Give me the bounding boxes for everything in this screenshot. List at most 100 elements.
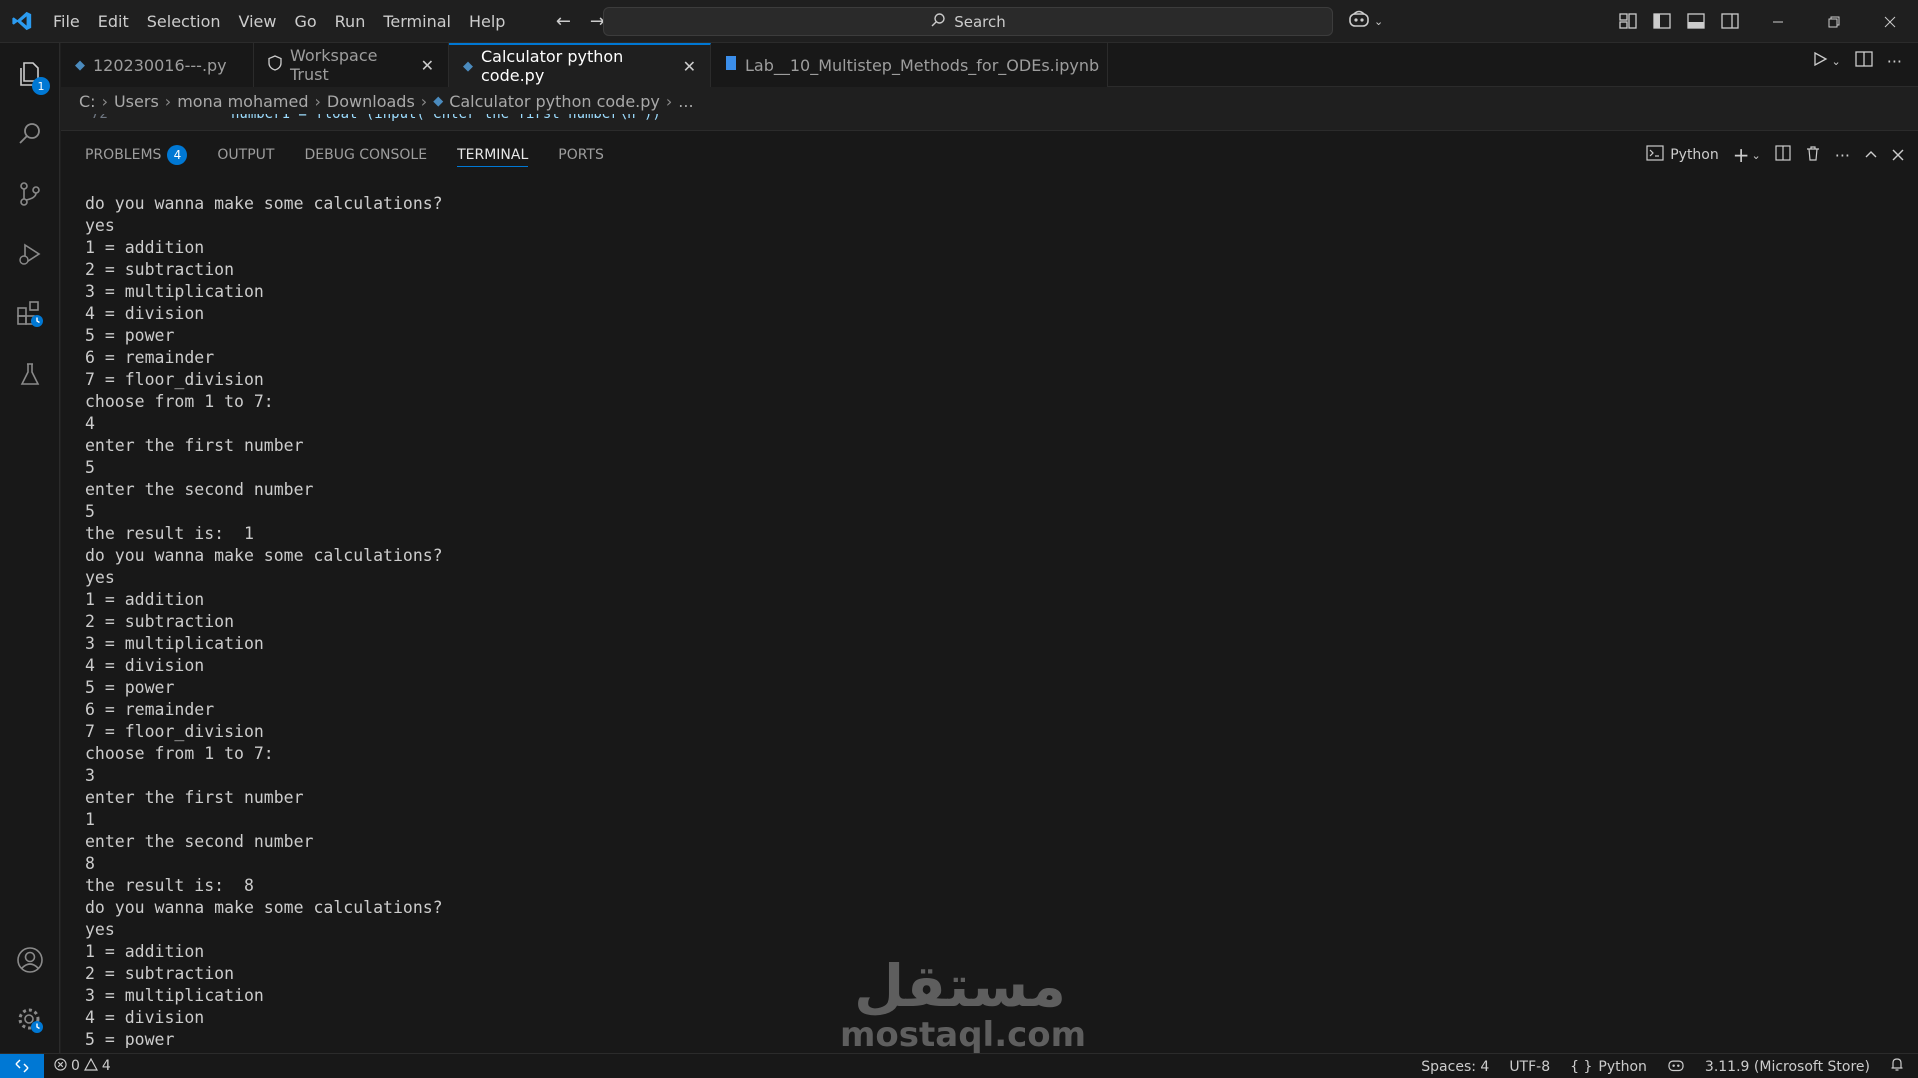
error-count: 0	[71, 1058, 80, 1074]
tab-120230016-py[interactable]: ◆ 120230016---.py	[61, 43, 254, 87]
terminal-line: choose from 1 to 7:	[85, 744, 274, 763]
menu-selection[interactable]: Selection	[138, 0, 230, 43]
tab-problems[interactable]: Problems 4	[85, 131, 188, 179]
title-bar: File Edit Selection View Go Run Terminal…	[0, 0, 1918, 43]
breadcrumb-drive[interactable]: C:	[79, 92, 96, 111]
extensions-icon[interactable]	[0, 285, 60, 343]
split-editor-icon[interactable]	[1855, 51, 1873, 71]
menu-terminal[interactable]: Terminal	[374, 0, 460, 43]
breadcrumb: C: › Users › mona mohamed › Downloads › …	[61, 88, 1918, 114]
menu-view[interactable]: View	[230, 0, 286, 43]
terminal-line: 6 = remainder	[85, 348, 215, 367]
source-control-icon[interactable]	[0, 165, 60, 223]
copilot-status-icon[interactable]	[1667, 1058, 1685, 1076]
chevron-right-icon: ›	[665, 91, 673, 111]
braces-icon: { }	[1570, 1058, 1593, 1075]
terminal-line: 7 = floor_division	[85, 370, 264, 389]
line-number: 72	[91, 114, 108, 122]
terminal-line: enter the first number	[85, 788, 304, 807]
terminal-line: the result is: 8	[85, 876, 254, 895]
editor-tab-bar: ◆ 120230016---.py Workspace Trust ✕ ◆ Ca…	[61, 43, 1918, 87]
terminal-line: 1 = addition	[85, 238, 205, 257]
panel-tab-label: Debug Console	[304, 147, 428, 163]
manage-gear-icon[interactable]	[0, 991, 60, 1049]
terminal-line: 5	[85, 458, 95, 477]
python-file-icon: ◆	[433, 93, 444, 109]
close-icon[interactable]: ✕	[421, 56, 434, 75]
python-file-icon: ◆	[463, 58, 473, 74]
back-arrow-icon[interactable]: ←	[546, 6, 580, 36]
status-encoding[interactable]: UTF-8	[1509, 1059, 1550, 1075]
run-python-file-icon[interactable]	[1812, 51, 1828, 71]
terminal-line: 3	[85, 766, 95, 785]
notifications-bell-icon[interactable]	[1890, 1057, 1904, 1076]
terminal-line: do you wanna make some calculations?	[85, 898, 443, 917]
run-and-debug-icon[interactable]	[0, 225, 60, 283]
layout-controls	[1614, 6, 1744, 36]
more-actions-icon[interactable]: ···	[1887, 52, 1902, 71]
tab-calculator-python-code[interactable]: ◆ Calculator python code.py ✕	[449, 43, 711, 87]
toggle-secondary-sidebar-icon[interactable]	[1716, 6, 1744, 36]
customize-layout-icon[interactable]	[1614, 6, 1642, 36]
tab-label: Lab__10_Multistep_Methods_for_ODEs.ipynb	[745, 55, 1100, 75]
split-terminal-icon[interactable]	[1775, 145, 1791, 165]
explorer-icon[interactable]: 1	[0, 45, 60, 103]
toggle-panel-icon[interactable]	[1682, 6, 1710, 36]
terminal-profile-label: Python	[1670, 147, 1719, 163]
status-language-label: Python	[1598, 1058, 1647, 1075]
terminal-line: the result is: 1	[85, 524, 254, 543]
menu-file[interactable]: File	[44, 0, 89, 43]
new-terminal-plus-icon[interactable]: +	[1733, 143, 1750, 167]
status-language-mode[interactable]: { } Python	[1570, 1059, 1647, 1075]
trash-icon[interactable]	[1805, 145, 1821, 165]
tab-lab-10-notebook[interactable]: Lab__10_Multistep_Methods_for_ODEs.ipynb	[711, 43, 1108, 87]
copilot-button[interactable]: ⌄	[1348, 8, 1383, 34]
panel-tab-label: Terminal	[457, 147, 529, 163]
command-center-search[interactable]: Search	[603, 7, 1333, 36]
maximize-panel-icon[interactable]	[1864, 146, 1878, 165]
more-actions-icon[interactable]: ···	[1835, 146, 1850, 165]
testing-flask-icon[interactable]	[0, 345, 60, 403]
menu-help[interactable]: Help	[460, 0, 514, 43]
accounts-icon[interactable]	[0, 931, 60, 989]
status-problems[interactable]: 0 4	[54, 1057, 111, 1075]
terminal-line: 3 = multiplication	[85, 282, 264, 301]
minimize-icon[interactable]	[1750, 0, 1806, 43]
status-indentation[interactable]: Spaces: 4	[1421, 1059, 1489, 1075]
window-controls	[1750, 0, 1918, 43]
notebook-file-icon	[725, 55, 737, 75]
close-icon[interactable]: ✕	[683, 57, 696, 76]
tab-terminal[interactable]: Terminal	[457, 131, 529, 179]
menu-go[interactable]: Go	[285, 0, 325, 43]
breadcrumb-downloads[interactable]: Downloads	[327, 92, 415, 111]
activity-bar: 1	[0, 43, 60, 1053]
tab-ports[interactable]: Ports	[558, 131, 604, 179]
restore-icon[interactable]	[1806, 0, 1862, 43]
terminal-line: choose from 1 to 7:	[85, 392, 274, 411]
terminal-line: enter the first number	[85, 436, 304, 455]
terminal-output[interactable]: do you wanna make some calculations? yes 1…	[85, 193, 1885, 1048]
status-python-interpreter[interactable]: 3.11.9 (Microsoft Store)	[1705, 1059, 1870, 1075]
toggle-primary-sidebar-icon[interactable]	[1648, 6, 1676, 36]
tab-output[interactable]: Output	[217, 131, 274, 179]
search-view-icon[interactable]	[0, 105, 60, 163]
search-label: Search	[954, 12, 1006, 31]
menu-edit[interactable]: Edit	[89, 0, 138, 43]
menu-run[interactable]: Run	[326, 0, 375, 43]
breadcrumb-file[interactable]: Calculator python code.py	[449, 92, 660, 111]
chevron-down-icon[interactable]: ⌄	[1832, 55, 1841, 68]
tab-debug-console[interactable]: Debug Console	[304, 131, 427, 179]
tab-workspace-trust[interactable]: Workspace Trust ✕	[254, 43, 449, 87]
terminal-line: enter the second number	[85, 832, 314, 851]
close-window-icon[interactable]	[1862, 0, 1918, 43]
remote-indicator-icon[interactable]	[0, 1053, 44, 1078]
breadcrumb-users[interactable]: Users	[114, 92, 159, 111]
close-panel-icon[interactable]	[1892, 146, 1904, 165]
terminal-profile-selector[interactable]: Python	[1646, 145, 1719, 165]
terminal-icon	[1646, 145, 1664, 165]
status-right-items: Spaces: 4 UTF-8 { } Python 3.11.9 (Micro…	[1421, 1054, 1904, 1078]
breadcrumb-symbols[interactable]: ...	[678, 92, 693, 111]
copilot-icon	[1348, 10, 1370, 32]
chevron-down-icon[interactable]: ⌄	[1752, 149, 1761, 162]
breadcrumb-user[interactable]: mona mohamed	[177, 92, 308, 111]
